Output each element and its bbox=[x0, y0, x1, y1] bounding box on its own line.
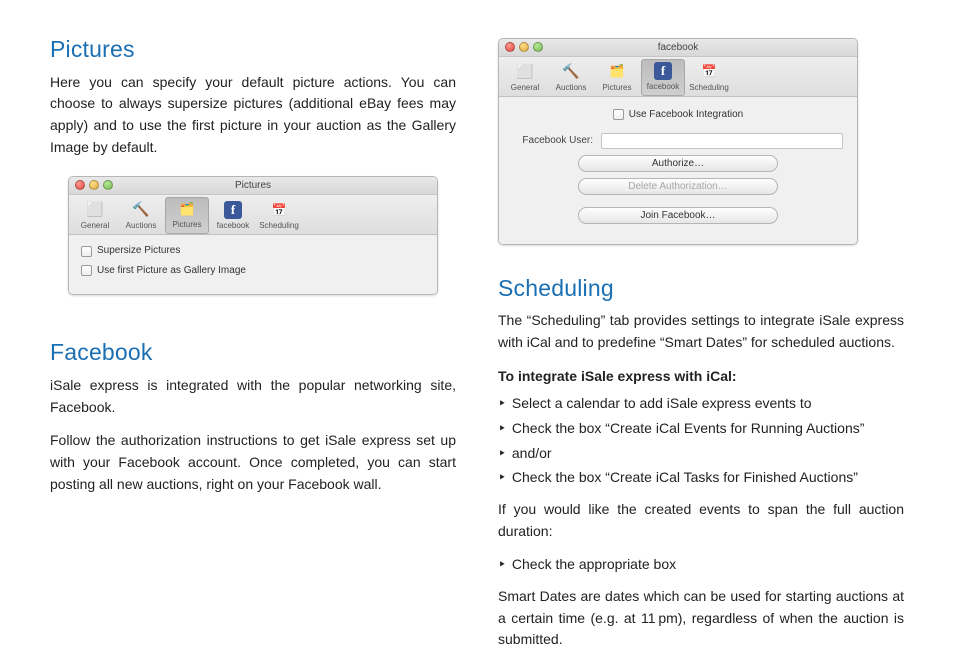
facebook-section: Facebook iSale express is integrated wit… bbox=[50, 335, 456, 495]
tab-pictures[interactable]: Pictures bbox=[165, 197, 209, 234]
list-item: ‣ Select a calendar to add iSale express… bbox=[498, 393, 904, 415]
facebook-para-2: Follow the authorization instructions to… bbox=[50, 430, 456, 495]
list-text: Check the box “Create iCal Events for Ru… bbox=[512, 420, 865, 436]
list-item: ‣ and/or bbox=[498, 443, 904, 465]
tab-label: Auctions bbox=[126, 220, 157, 232]
tab-label: General bbox=[511, 82, 539, 94]
fb-integration-row[interactable]: Use Facebook Integration bbox=[513, 107, 843, 123]
tab-facebook[interactable]: ffacebook bbox=[641, 59, 685, 96]
checkbox-icon[interactable] bbox=[81, 265, 92, 276]
tab-label: facebook bbox=[217, 220, 249, 232]
prefs-toolbar: General Auctions Pictures ffacebook Sche… bbox=[69, 195, 437, 235]
list-item: ‣ Check the box “Create iCal Events for … bbox=[498, 418, 904, 440]
arrow-icon: ‣ bbox=[498, 393, 508, 415]
scheduling-icon bbox=[267, 200, 291, 220]
window-traffic-lights[interactable] bbox=[505, 42, 543, 52]
pictures-paragraph: Here you can specify your default pictur… bbox=[50, 72, 456, 159]
tab-scheduling[interactable]: Scheduling bbox=[687, 59, 731, 96]
gallery-row[interactable]: Use first Picture as Gallery Image bbox=[81, 263, 425, 279]
arrow-icon: ‣ bbox=[498, 467, 508, 489]
auctions-icon bbox=[559, 62, 583, 82]
tab-label: facebook bbox=[647, 81, 679, 93]
tab-auctions[interactable]: Auctions bbox=[549, 59, 593, 96]
general-icon bbox=[513, 62, 537, 82]
arrow-icon: ‣ bbox=[498, 554, 508, 576]
facebook-para-1: iSale express is integrated with the pop… bbox=[50, 375, 456, 418]
tab-label: Pictures bbox=[173, 219, 202, 231]
facebook-heading: Facebook bbox=[50, 335, 456, 371]
window-title: Pictures bbox=[235, 180, 271, 191]
facebook-icon: f bbox=[224, 201, 242, 219]
arrow-icon: ‣ bbox=[498, 443, 508, 465]
auctions-icon bbox=[129, 200, 153, 220]
window-titlebar: facebook bbox=[499, 39, 857, 57]
prefs-body: Use Facebook Integration Facebook User: … bbox=[499, 97, 857, 244]
window-titlebar: Pictures bbox=[69, 177, 437, 195]
pictures-icon bbox=[175, 199, 199, 219]
prefs-body: Supersize Pictures Use first Picture as … bbox=[69, 235, 437, 294]
close-icon[interactable] bbox=[505, 42, 515, 52]
pictures-preferences-window: Pictures General Auctions Pictures fface… bbox=[68, 176, 438, 295]
checkbox-icon[interactable] bbox=[613, 109, 624, 120]
general-icon bbox=[83, 200, 107, 220]
checkbox-label: Use first Picture as Gallery Image bbox=[97, 263, 246, 279]
scheduling-icon bbox=[697, 62, 721, 82]
list-item: ‣ Check the appropriate box bbox=[498, 554, 904, 576]
list-text: Check the appropriate box bbox=[512, 556, 676, 572]
tab-label: Scheduling bbox=[259, 220, 299, 232]
close-icon[interactable] bbox=[75, 180, 85, 190]
list-item: ‣ Check the box “Create iCal Tasks for F… bbox=[498, 467, 904, 489]
tab-label: Scheduling bbox=[689, 82, 729, 94]
scheduling-sub: To integrate iSale express with iCal: bbox=[498, 366, 904, 388]
fb-user-label: Facebook User: bbox=[513, 133, 593, 149]
facebook-preferences-window: facebook General Auctions Pictures fface… bbox=[498, 38, 858, 245]
minimize-icon[interactable] bbox=[519, 42, 529, 52]
window-title: facebook bbox=[658, 42, 699, 53]
tab-facebook[interactable]: ffacebook bbox=[211, 197, 255, 234]
tab-label: General bbox=[81, 220, 109, 232]
join-facebook-button[interactable]: Join Facebook… bbox=[578, 207, 778, 224]
window-traffic-lights[interactable] bbox=[75, 180, 113, 190]
authorize-button[interactable]: Authorize… bbox=[578, 155, 778, 172]
pictures-heading: Pictures bbox=[50, 32, 456, 68]
list-text: and/or bbox=[512, 445, 552, 461]
tab-general[interactable]: General bbox=[73, 197, 117, 234]
checkbox-label: Use Facebook Integration bbox=[629, 107, 744, 123]
fb-user-input[interactable] bbox=[601, 133, 843, 149]
zoom-icon[interactable] bbox=[103, 180, 113, 190]
scheduling-bullets-2: ‣ Check the appropriate box bbox=[498, 554, 904, 576]
pictures-section: Pictures Here you can specify your defau… bbox=[50, 32, 456, 295]
tab-auctions[interactable]: Auctions bbox=[119, 197, 163, 234]
tab-general[interactable]: General bbox=[503, 59, 547, 96]
zoom-icon[interactable] bbox=[533, 42, 543, 52]
right-column: facebook General Auctions Pictures fface… bbox=[498, 32, 904, 644]
list-text: Check the box “Create iCal Tasks for Fin… bbox=[512, 469, 858, 485]
minimize-icon[interactable] bbox=[89, 180, 99, 190]
fb-user-row: Facebook User: bbox=[513, 133, 843, 149]
scheduling-section: Scheduling The “Scheduling” tab provides… bbox=[498, 271, 904, 652]
scheduling-bullets: ‣ Select a calendar to add iSale express… bbox=[498, 393, 904, 489]
scheduling-heading: Scheduling bbox=[498, 271, 904, 307]
scheduling-para-2: If you would like the created events to … bbox=[498, 499, 904, 542]
supersize-row[interactable]: Supersize Pictures bbox=[81, 243, 425, 259]
checkbox-label: Supersize Pictures bbox=[97, 243, 180, 259]
facebook-icon: f bbox=[654, 62, 672, 80]
pictures-icon bbox=[605, 62, 629, 82]
delete-auth-button: Delete Authorization… bbox=[578, 178, 778, 195]
arrow-icon: ‣ bbox=[498, 418, 508, 440]
scheduling-para-3: Smart Dates are dates which can be used … bbox=[498, 586, 904, 651]
checkbox-icon[interactable] bbox=[81, 246, 92, 257]
left-column: Pictures Here you can specify your defau… bbox=[50, 32, 456, 644]
scheduling-para: The “Scheduling” tab provides settings t… bbox=[498, 310, 904, 353]
prefs-toolbar: General Auctions Pictures ffacebook Sche… bbox=[499, 57, 857, 97]
list-text: Select a calendar to add iSale express e… bbox=[512, 395, 812, 411]
tab-scheduling[interactable]: Scheduling bbox=[257, 197, 301, 234]
tab-label: Pictures bbox=[603, 82, 632, 94]
tab-label: Auctions bbox=[556, 82, 587, 94]
tab-pictures[interactable]: Pictures bbox=[595, 59, 639, 96]
